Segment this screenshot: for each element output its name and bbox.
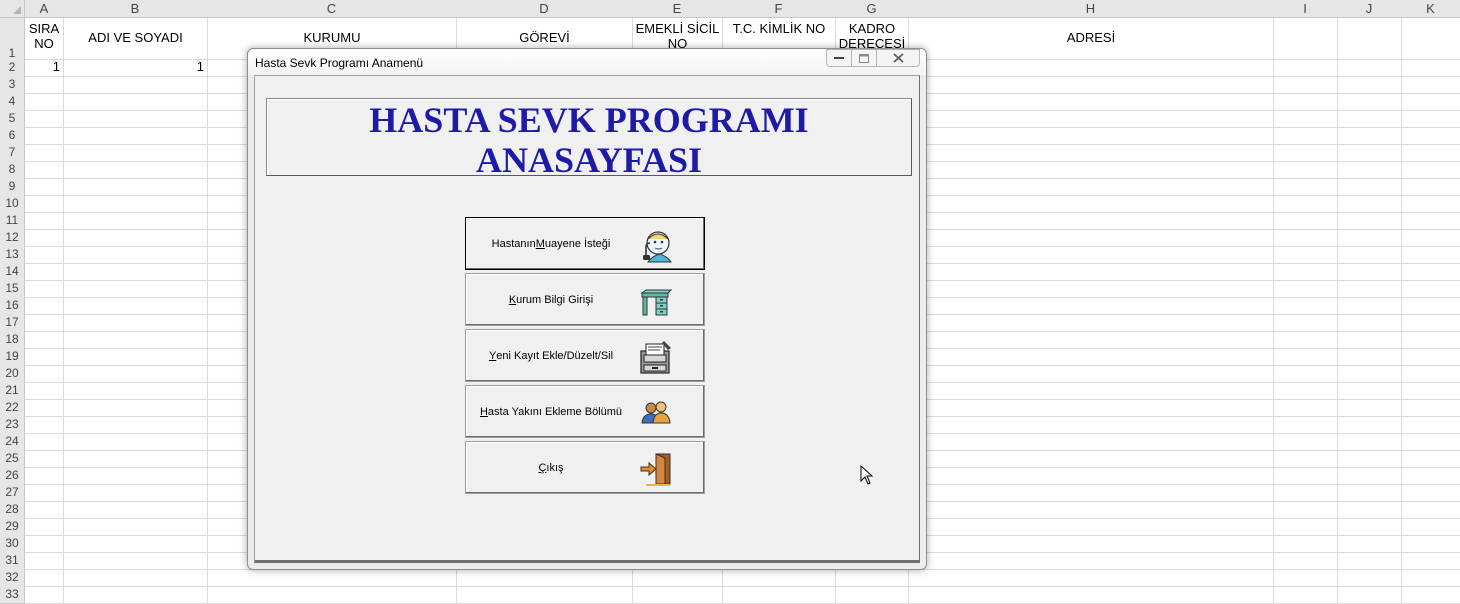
dialog-title: Hasta Sevk Programı Anamenü: [255, 56, 424, 70]
cell-a1[interactable]: SIRA NO: [25, 18, 63, 58]
people-icon: [641, 401, 671, 424]
row-header-5[interactable]: 5: [0, 110, 25, 128]
file-drawer-icon: [640, 341, 671, 374]
maximize-icon: [859, 53, 869, 63]
row-header-21[interactable]: 21: [0, 382, 25, 400]
row-header-25[interactable]: 25: [0, 450, 25, 468]
row-header-29[interactable]: 29: [0, 518, 25, 536]
row-header-7[interactable]: 7: [0, 144, 25, 162]
row-header-33[interactable]: 33: [0, 586, 25, 604]
grid-column-line: [1401, 18, 1402, 604]
cell-h1[interactable]: ADRESİ: [909, 18, 1273, 58]
row-header-1[interactable]: 1: [0, 18, 25, 60]
row-header-9[interactable]: 9: [0, 178, 25, 196]
desk-icon: [640, 289, 673, 316]
row-header-27[interactable]: 27: [0, 484, 25, 502]
column-header-k[interactable]: K: [1401, 0, 1460, 18]
exit-button[interactable]: Çıkış: [465, 441, 705, 494]
banner-frame: HASTA SEVK PROGRAMI ANASAYFASI: [266, 98, 912, 180]
button-label: Kurum Bilgi Girişi: [508, 293, 594, 306]
row-header-2[interactable]: 2: [0, 59, 25, 77]
patient-exam-request-button[interactable]: Hastanın Muayene İsteği: [465, 217, 705, 270]
row-header-18[interactable]: 18: [0, 331, 25, 349]
row-header-28[interactable]: 28: [0, 501, 25, 519]
column-header-g[interactable]: G: [835, 0, 909, 18]
maximize-button[interactable]: [851, 49, 877, 67]
exit-door-icon: [640, 453, 671, 486]
row-header-15[interactable]: 15: [0, 280, 25, 298]
grid-column-line: [1337, 18, 1338, 604]
cell-a2[interactable]: 1: [25, 59, 63, 76]
row-header-13[interactable]: 13: [0, 246, 25, 264]
cell-b2[interactable]: 1: [64, 59, 207, 76]
dialog-titlebar[interactable]: Hasta Sevk Programı Anamenü: [248, 49, 926, 75]
patient-relative-button[interactable]: Hasta Yakını Ekleme Bölümü: [465, 385, 705, 438]
row-header-30[interactable]: 30: [0, 535, 25, 553]
row-header-20[interactable]: 20: [0, 365, 25, 383]
row-header-23[interactable]: 23: [0, 416, 25, 434]
row-header-24[interactable]: 24: [0, 433, 25, 451]
button-label: Hastanın Muayene İsteği: [491, 237, 611, 250]
minimize-icon: [834, 57, 844, 59]
minimize-button[interactable]: [826, 49, 852, 67]
new-record-button[interactable]: Yeni Kayıt Ekle/Düzelt/Sil: [465, 329, 705, 382]
row-header-31[interactable]: 31: [0, 552, 25, 570]
doctor-phone-icon: [643, 231, 672, 263]
row-header-8[interactable]: 8: [0, 161, 25, 179]
row-header-4[interactable]: 4: [0, 93, 25, 111]
row-header-14[interactable]: 14: [0, 263, 25, 281]
dialog-client-area: HASTA SEVK PROGRAMI ANASAYFASI Hastanın …: [254, 75, 920, 563]
row-header-10[interactable]: 10: [0, 195, 25, 213]
row-header-12[interactable]: 12: [0, 229, 25, 247]
row-header-26[interactable]: 26: [0, 467, 25, 485]
column-header-d[interactable]: D: [456, 0, 633, 18]
column-header-e[interactable]: E: [632, 0, 723, 18]
main-menu-dialog: Hasta Sevk Programı Anamenü HASTA SEVK P…: [247, 48, 927, 570]
institution-info-button[interactable]: Kurum Bilgi Girişi: [465, 273, 705, 326]
close-button[interactable]: [876, 49, 920, 67]
grid-column-line: [1273, 18, 1274, 604]
column-header-c[interactable]: C: [207, 0, 457, 18]
button-label: Yeni Kayıt Ekle/Düzelt/Sil: [488, 349, 614, 362]
grid-column-line: [63, 18, 64, 604]
row-header-32[interactable]: 32: [0, 569, 25, 587]
row-header-6[interactable]: 6: [0, 127, 25, 145]
row-header-17[interactable]: 17: [0, 314, 25, 332]
column-header-j[interactable]: J: [1337, 0, 1402, 18]
row-header-3[interactable]: 3: [0, 76, 25, 94]
banner-title: HASTA SEVK PROGRAMI ANASAYFASI: [369, 100, 809, 180]
row-header-16[interactable]: 16: [0, 297, 25, 315]
column-header-h[interactable]: H: [908, 0, 1274, 18]
cell-b1[interactable]: ADI VE SOYADI: [64, 18, 207, 58]
button-label: Çıkış: [538, 461, 564, 474]
row-header-11[interactable]: 11: [0, 212, 25, 230]
select-all-corner[interactable]: [0, 0, 25, 18]
row-header-19[interactable]: 19: [0, 348, 25, 366]
mouse-cursor-icon: [860, 465, 874, 485]
close-icon: [892, 53, 904, 63]
grid-column-line: [207, 18, 208, 604]
column-header-b[interactable]: B: [63, 0, 208, 18]
button-label: Hasta Yakını Ekleme Bölümü: [479, 405, 623, 418]
row-header-22[interactable]: 22: [0, 399, 25, 417]
column-header-a[interactable]: A: [25, 0, 64, 18]
grid-row-line: [25, 586, 1460, 587]
column-header-i[interactable]: I: [1273, 0, 1338, 18]
column-header-f[interactable]: F: [722, 0, 836, 18]
